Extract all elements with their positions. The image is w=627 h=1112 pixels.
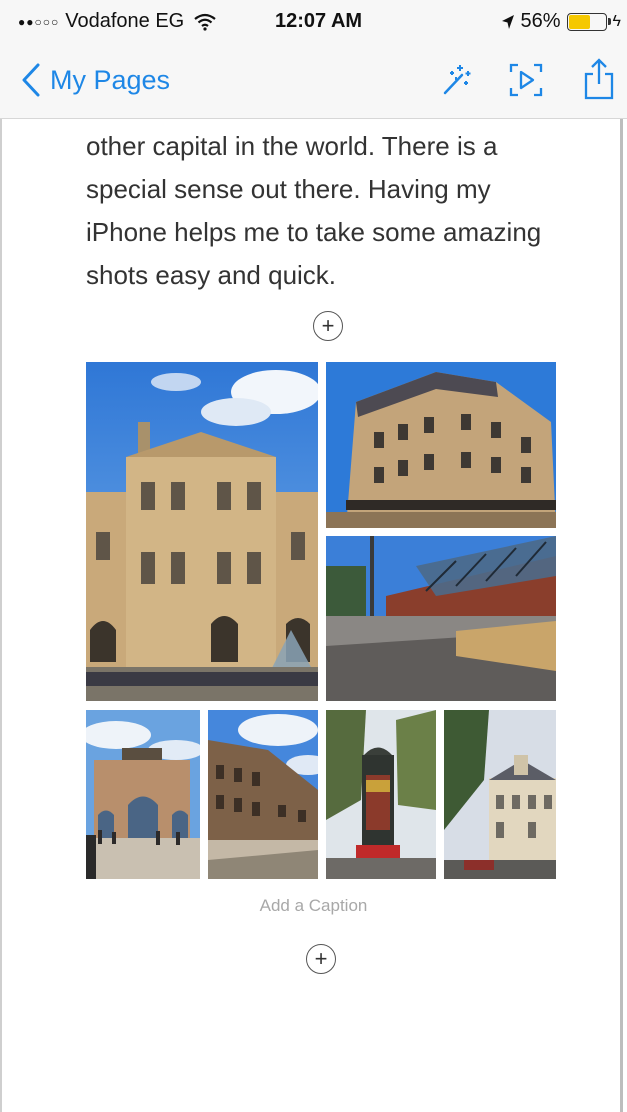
battery-fill <box>568 14 590 29</box>
add-block-button-top[interactable]: + <box>313 311 343 341</box>
battery-percent: 56% <box>520 10 561 32</box>
carrier-name: Vodafone EG <box>65 10 185 32</box>
photo-morris-column[interactable] <box>326 710 436 879</box>
play-preview-icon[interactable] <box>508 62 544 98</box>
status-right: 56% ϟ <box>501 10 621 33</box>
louvre-image <box>86 362 318 701</box>
status-bar: ●●○○○ Vodafone EG 12:07 AM 56% ϟ <box>0 0 627 44</box>
town-hall-image <box>444 710 556 879</box>
back-label: My Pages <box>50 64 171 95</box>
stone-building-image <box>208 710 318 879</box>
photo-stone-building[interactable] <box>208 710 318 879</box>
photo-haussmann-building[interactable] <box>326 362 556 528</box>
clock: 12:07 AM <box>275 10 363 32</box>
street-image <box>326 536 556 701</box>
wifi-icon <box>194 13 216 31</box>
navigation-bar: My Pages <box>0 44 627 119</box>
charging-bolt-icon: ϟ <box>612 12 621 30</box>
caption-field[interactable]: Add a Caption <box>0 896 627 916</box>
chevron-left-icon <box>22 63 40 97</box>
signal-strength: ●●○○○ <box>18 14 60 29</box>
status-left: ●●○○○ Vodafone EG <box>18 10 216 33</box>
building-image <box>326 362 556 528</box>
back-button[interactable]: My Pages <box>20 62 170 98</box>
share-icon[interactable] <box>582 58 616 100</box>
add-block-button-bottom[interactable]: + <box>306 944 336 974</box>
photo-louvre[interactable] <box>86 362 318 701</box>
arc-image <box>86 710 200 879</box>
battery-tip <box>607 17 611 25</box>
photo-town-hall[interactable] <box>444 710 556 879</box>
photo-street-square[interactable] <box>326 536 556 701</box>
location-arrow-icon <box>501 14 514 29</box>
story-paragraph[interactable]: other capital in the world. There is a s… <box>86 125 556 297</box>
plus-icon: + <box>321 313 335 338</box>
magic-wand-icon[interactable] <box>438 62 474 98</box>
plus-icon: + <box>314 946 328 971</box>
battery-icon <box>566 12 611 31</box>
column-image <box>326 710 436 879</box>
photo-arc-carrousel[interactable] <box>86 710 200 879</box>
